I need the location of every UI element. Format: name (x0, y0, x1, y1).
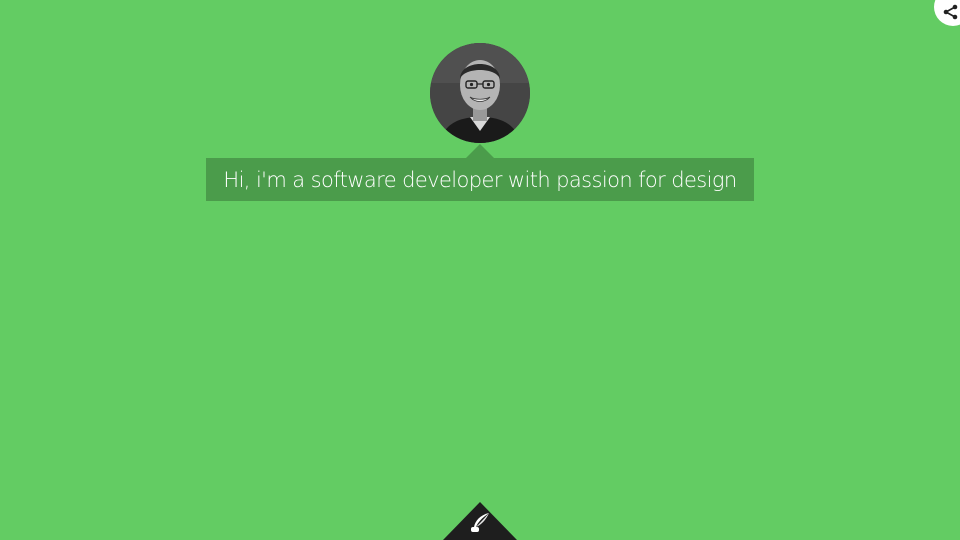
avatar (430, 43, 530, 143)
intro-box: Hi, i'm a software developer with passio… (206, 158, 754, 201)
blog-tab-button[interactable] (443, 502, 517, 540)
avatar-portrait (430, 43, 530, 143)
speech-pointer (466, 144, 494, 158)
quill-icon (471, 513, 489, 532)
intro-text: Hi, i'm a software developer with passio… (223, 167, 737, 192)
share-button[interactable] (934, 0, 960, 26)
share-icon (943, 4, 958, 20)
